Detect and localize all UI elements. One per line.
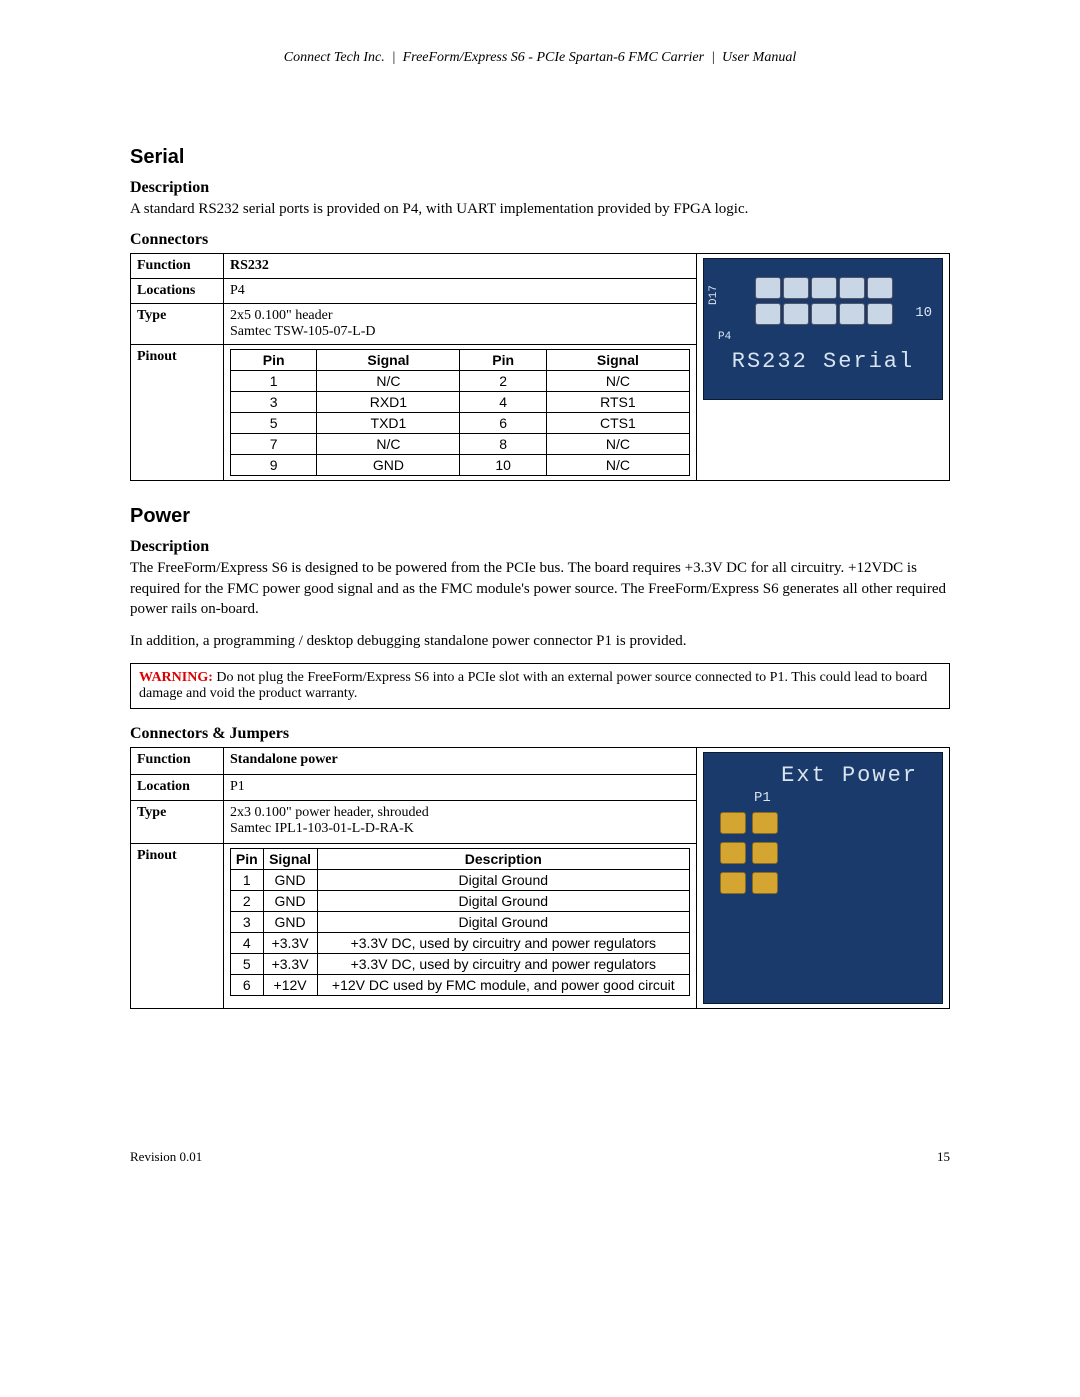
power-location: P1 <box>224 774 697 800</box>
serial-locations: P4 <box>224 279 697 304</box>
label-function: Function <box>131 254 224 279</box>
table-row: 1GNDDigital Ground <box>231 869 690 890</box>
label-pinout: Pinout <box>131 345 224 481</box>
footer-page: 15 <box>937 1149 950 1165</box>
footer-revision: Revision 0.01 <box>130 1149 202 1165</box>
serial-function: RS232 <box>224 254 697 279</box>
warning-label: WARNING: <box>139 670 213 685</box>
table-row: 5TXD16CTS1 <box>231 413 690 434</box>
table-row: 7N/C8N/C <box>231 434 690 455</box>
power-desc1: The FreeForm/Express S6 is designed to b… <box>130 558 950 619</box>
col-header: Pin <box>460 350 546 371</box>
col-header: Pin <box>231 350 317 371</box>
power-function: Standalone power <box>224 748 697 774</box>
col-header: Pin <box>231 848 264 869</box>
power-desc2: In addition, a programming / desktop deb… <box>130 631 950 651</box>
serial-conn-heading: Connectors <box>130 231 950 249</box>
label-type: Type <box>131 800 224 843</box>
power-desc-heading: Description <box>130 538 950 556</box>
col-header: Description <box>317 848 689 869</box>
warning-text: Do not plug the FreeForm/Express S6 into… <box>139 670 927 701</box>
col-header: Signal <box>263 848 317 869</box>
power-conn-heading: Connectors & Jumpers <box>130 725 950 743</box>
label-pinout: Pinout <box>131 843 224 1008</box>
serial-connector-table: Function RS232 D17 10 P4 RS232 Serial Lo… <box>130 253 950 481</box>
page-footer: Revision 0.01 15 <box>130 1149 950 1165</box>
table-row: 2GNDDigital Ground <box>231 890 690 911</box>
table-row: 1N/C2N/C <box>231 371 690 392</box>
table-row: 9GND10N/C <box>231 455 690 476</box>
power-heading: Power <box>130 505 950 528</box>
power-warning: WARNING: Do not plug the FreeForm/Expres… <box>130 663 950 709</box>
serial-type: 2x5 0.100" header Samtec TSW-105-07-L-D <box>224 304 697 345</box>
serial-desc-heading: Description <box>130 179 950 197</box>
table-row: 3RXD14RTS1 <box>231 392 690 413</box>
power-connector-table: Function Standalone power Ext Power P1 L… <box>130 747 950 1009</box>
power-pinout-table: PinSignalDescription 1GNDDigital Ground2… <box>230 848 690 996</box>
label-function: Function <box>131 748 224 774</box>
table-row: 4+3.3V+3.3V DC, used by circuitry and po… <box>231 932 690 953</box>
label-location: Location <box>131 774 224 800</box>
label-locations: Locations <box>131 279 224 304</box>
page-header: Connect Tech Inc. | FreeForm/Express S6 … <box>130 50 950 66</box>
power-type: 2x3 0.100" power header, shrouded Samtec… <box>224 800 697 843</box>
serial-pinout-cell: PinSignalPinSignal 1N/C2N/C3RXD14RTS15TX… <box>224 345 697 481</box>
serial-desc: A standard RS232 serial ports is provide… <box>130 199 950 219</box>
label-type: Type <box>131 304 224 345</box>
col-header: Signal <box>317 350 460 371</box>
header-product: FreeForm/Express S6 - PCIe Spartan-6 FMC… <box>403 50 704 65</box>
col-header: Signal <box>546 350 689 371</box>
header-company: Connect Tech Inc. <box>284 50 385 65</box>
table-row: 3GNDDigital Ground <box>231 911 690 932</box>
power-pinout-cell: PinSignalDescription 1GNDDigital Ground2… <box>224 843 697 1008</box>
power-pcb-image: Ext Power P1 <box>697 748 950 1009</box>
serial-heading: Serial <box>130 146 950 169</box>
table-row: 6+12V+12V DC used by FMC module, and pow… <box>231 974 690 995</box>
header-doc: User Manual <box>722 50 796 65</box>
serial-pcb-image: D17 10 P4 RS232 Serial <box>697 254 950 481</box>
table-row: 5+3.3V+3.3V DC, used by circuitry and po… <box>231 953 690 974</box>
serial-pinout-table: PinSignalPinSignal 1N/C2N/C3RXD14RTS15TX… <box>230 349 690 476</box>
